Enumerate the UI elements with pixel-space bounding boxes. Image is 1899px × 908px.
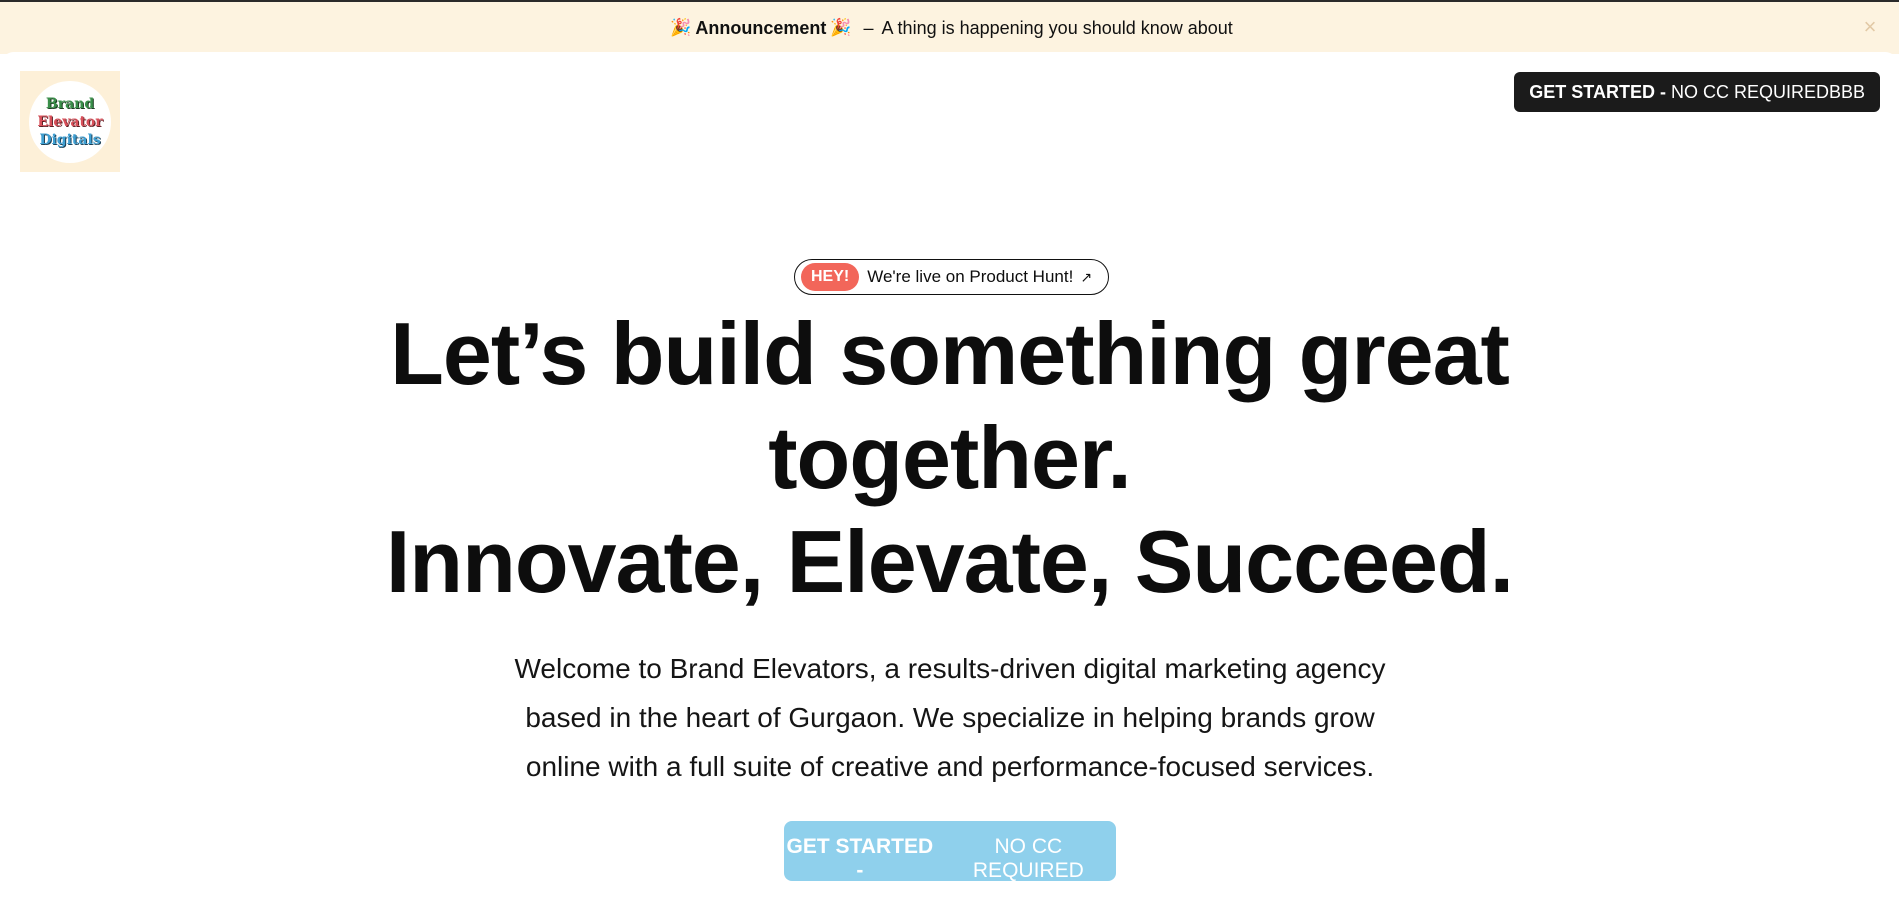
- get-started-button[interactable]: GET STARTED - NO CC REQUIREDBBB: [1514, 72, 1880, 112]
- hero-description: Welcome to Brand Elevators, a results-dr…: [470, 644, 1430, 791]
- get-started-sublabel: NO CC REQUIREDBBB: [1670, 81, 1865, 102]
- announcement-separator: –: [863, 17, 874, 38]
- logo-badge: Brand Elevator Digitals: [29, 80, 111, 163]
- hero-headline: Let’s build something great together. In…: [0, 302, 1899, 614]
- logo-line-digitals: Digitals: [39, 131, 101, 148]
- party-popper-icon: 🎉: [830, 18, 852, 37]
- get-started-label: GET STARTED -: [1529, 81, 1666, 102]
- product-hunt-text: We're live on Product Hunt!: [867, 267, 1074, 286]
- logo-line-elevator: Elevator: [37, 113, 103, 130]
- announcement-label: Announcement: [695, 17, 827, 38]
- close-icon[interactable]: ×: [1859, 16, 1881, 38]
- description-line-1: Welcome to Brand Elevators, a results-dr…: [514, 653, 1386, 684]
- logo-line-brand: Brand: [45, 95, 95, 112]
- hero-line-3: Innovate, Elevate, Succeed.: [385, 512, 1514, 611]
- hero-cta-label: GET STARTED -: [786, 835, 934, 882]
- arrow-up-right-icon: ↗: [1080, 268, 1093, 285]
- hero-line-1: Let’s build something great: [390, 304, 1510, 403]
- logo[interactable]: Brand Elevator Digitals: [20, 71, 120, 172]
- hero-line-2: together.: [768, 408, 1132, 507]
- description-line-3: online with a full suite of creative and…: [525, 751, 1375, 782]
- announcement-bar: 🎉 Announcement 🎉 – A thing is happening …: [0, 0, 1899, 54]
- hero-cta-sublabel: NO CC REQUIRED: [972, 835, 1084, 882]
- hey-badge: HEY!: [801, 263, 860, 291]
- description-line-2: based in the heart of Gurgaon. We specia…: [525, 702, 1375, 733]
- announcement-message: A thing is happening you should know abo…: [881, 17, 1233, 38]
- product-hunt-link[interactable]: HEY! We're live on Product Hunt! ↗: [794, 259, 1110, 295]
- party-popper-icon: 🎉: [670, 18, 692, 37]
- hero-get-started-button[interactable]: GET STARTED - NO CC REQUIRED: [784, 821, 1116, 882]
